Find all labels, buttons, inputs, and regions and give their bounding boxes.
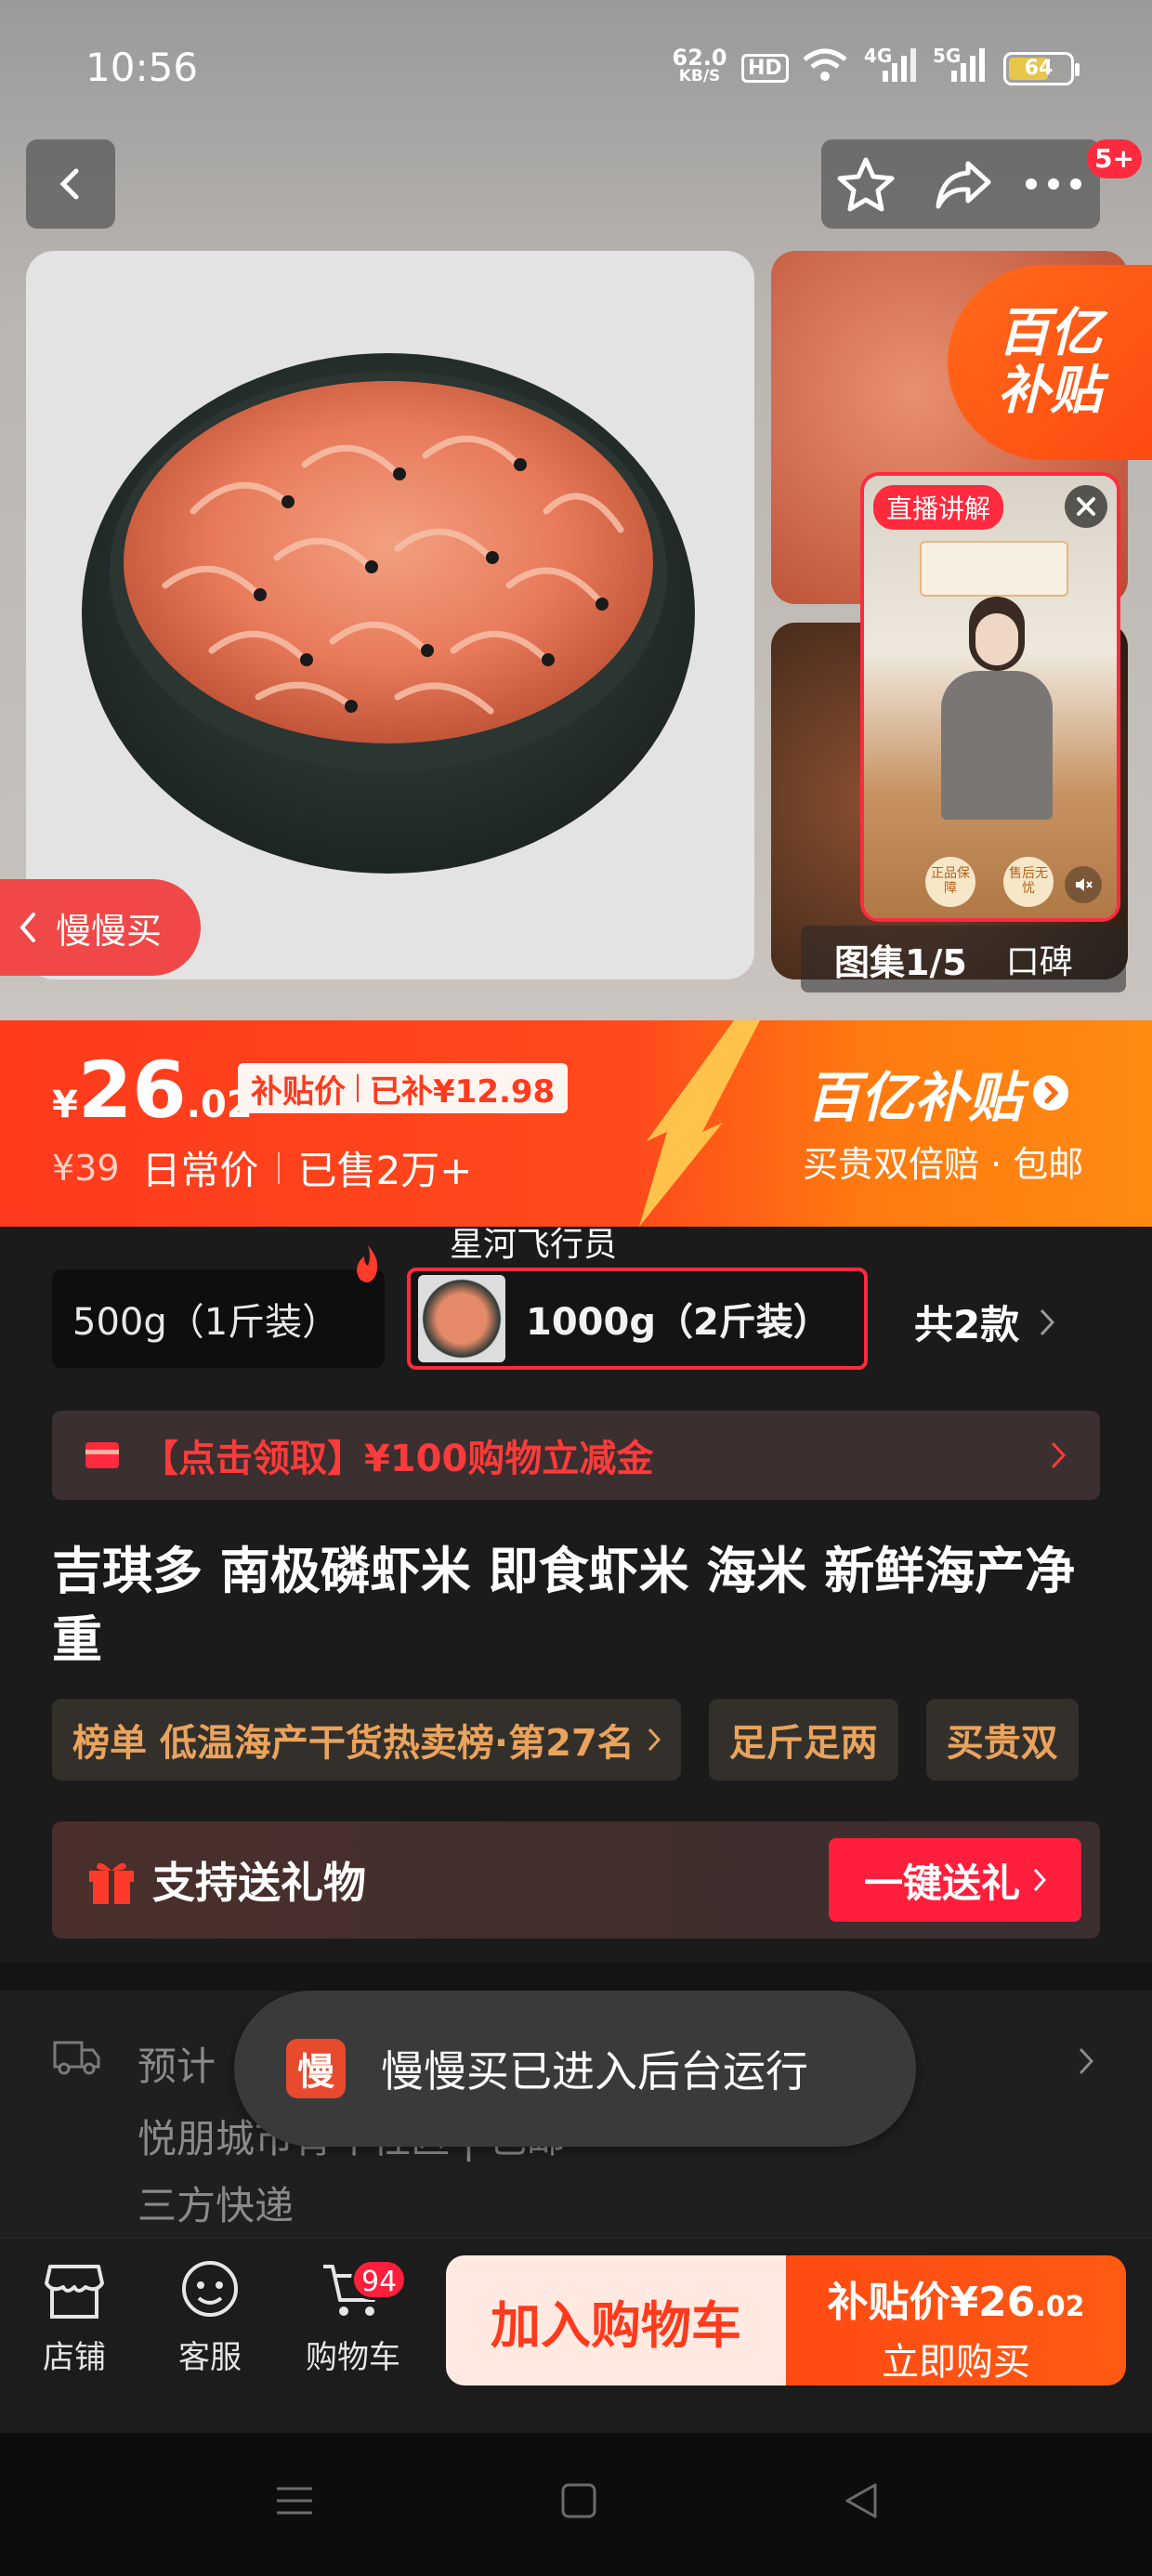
feature-tag: 足斤足两	[708, 1699, 898, 1781]
current-price: ¥26.02	[52, 1045, 253, 1136]
home-icon[interactable]	[557, 2479, 600, 2522]
back-button[interactable]	[26, 139, 115, 229]
cart-count-badge: 94	[351, 2259, 408, 2300]
live-close-button[interactable]	[1065, 485, 1107, 528]
customer-service-button[interactable]: 客服	[164, 2259, 256, 2399]
subsidy-subtitle: 买贵双倍赔 · 包邮	[803, 1144, 1084, 1185]
feature-tag: 买贵双	[925, 1699, 1079, 1781]
coupon-card-icon	[85, 1442, 119, 1468]
notification-badge: 5+	[1087, 139, 1142, 178]
net-speed: 62.0 KB/S	[672, 45, 727, 85]
subsidy-price-tag: 补贴价 已补¥12.98	[238, 1063, 569, 1113]
live-stream-card[interactable]: 直播讲解 正品保障 售后无忧	[860, 472, 1120, 922]
floating-username: 星河飞行员	[450, 1226, 618, 1264]
lightning-divider	[639, 1020, 760, 1227]
gallery-counter-bar: 图集1/5 口碑	[801, 926, 1126, 992]
sku-total-link[interactable]: 共2款	[914, 1294, 1056, 1350]
battery-icon: 64	[1003, 52, 1080, 85]
slow-buy-label: 慢慢买	[56, 910, 163, 952]
chevron-right-icon	[1033, 1868, 1046, 1892]
chevron-right-icon	[1051, 1441, 1067, 1469]
status-time: 10:56	[85, 45, 199, 90]
more-icon[interactable]	[1024, 177, 1083, 191]
coupon-banner[interactable]: 【点击领取】¥100购物立减金	[52, 1411, 1100, 1500]
live-badge-guarantee: 正品保障	[925, 857, 975, 907]
system-navigation-bar	[0, 2433, 1152, 2576]
chevron-right-icon	[1041, 1308, 1055, 1335]
price-banner: ¥26.02 补贴价 已补¥12.98 ¥39 日常价 已售2万+ 百亿补贴 买…	[0, 1020, 1152, 1227]
subsidy-corner-badge[interactable]: 百亿 补贴	[948, 265, 1152, 460]
tag-row: 榜单 低温海产干货热卖榜·第27名 足斤足两 买贵双	[52, 1699, 1152, 1781]
send-gift-button[interactable]: 一键送礼	[829, 1838, 1081, 1922]
speaker-mute-icon	[1076, 878, 1093, 891]
shipping-carrier: 三方快递	[137, 2183, 295, 2228]
chevron-circle-right-icon	[1033, 1075, 1069, 1111]
menu-icon[interactable]	[273, 2479, 316, 2522]
share-icon[interactable]	[935, 158, 992, 210]
toast-message: 慢 慢慢买已进入后台运行	[234, 1991, 916, 2147]
chevron-left-icon	[20, 913, 35, 942]
back-triangle-icon[interactable]	[840, 2479, 883, 2522]
sku-option-500g[interactable]: 500g（1斤装）	[52, 1269, 385, 1368]
chevron-left-icon	[59, 168, 79, 200]
delivery-truck-icon	[53, 2041, 100, 2075]
original-price: ¥39	[52, 1147, 120, 1189]
signal-4g-icon: 4G	[864, 45, 922, 84]
price-meta: ¥39 日常价 已售2万+	[52, 1139, 472, 1196]
main-product-image[interactable]	[26, 251, 754, 979]
add-to-cart-button[interactable]: 加入购物车	[446, 2255, 786, 2385]
reviews-tab[interactable]: 口碑	[1006, 935, 1073, 983]
store-button[interactable]: 店铺	[28, 2259, 121, 2399]
chevron-right-icon	[1079, 2047, 1094, 2075]
signal-5g-icon: 5G	[933, 45, 990, 84]
status-bar: 10:56 62.0 KB/S HD 4G 5G 64	[0, 0, 1152, 130]
subsidy-link[interactable]: 百亿补贴	[806, 1054, 1070, 1132]
close-icon	[1077, 497, 1095, 516]
slow-buy-pill[interactable]: 慢慢买	[0, 879, 201, 976]
bottom-action-bar: 店铺 客服 购物车 94 加入购物车 补贴价¥26.02 立即购买	[0, 2238, 1152, 2433]
gallery-counter: 图集1/5	[834, 941, 967, 983]
buy-now-button[interactable]: 补贴价¥26.02 立即购买	[786, 2255, 1126, 2385]
section-divider	[0, 1963, 1152, 1991]
wifi-icon	[803, 48, 847, 81]
mute-button[interactable]	[1065, 866, 1102, 903]
live-badge-aftersale: 售后无忧	[1003, 857, 1054, 907]
chevron-right-icon	[648, 1728, 661, 1752]
header-actions	[821, 139, 1100, 229]
ranking-tag[interactable]: 榜单 低温海产干货热卖榜·第27名	[52, 1699, 681, 1781]
customer-service-icon	[182, 2261, 238, 2317]
gift-card: 支持送礼物 一键送礼	[52, 1821, 1100, 1939]
sold-count: 已售2万+	[297, 1148, 473, 1193]
shrimp-bowl-image	[82, 353, 695, 874]
slow-buy-app-icon: 慢	[286, 2039, 346, 2098]
live-label: 直播讲解	[873, 485, 1004, 530]
hd-badge: HD	[741, 54, 789, 83]
product-title: 吉琪多 南极磷虾米 即食虾米 海米 新鲜海产净重	[52, 1542, 1076, 1669]
shipping-estimate: 预计	[137, 2044, 216, 2089]
sku-thumbnail	[418, 1275, 505, 1362]
gift-icon	[89, 1862, 134, 1904]
store-icon	[45, 2265, 104, 2319]
star-favorite-icon[interactable]	[836, 156, 896, 212]
presenter-figure	[936, 597, 1057, 820]
fire-icon	[357, 1245, 378, 1282]
app-screen: { "status_bar": { "time": "10:56", "net_…	[0, 0, 1152, 2576]
sku-option-1000g[interactable]: 1000g（2斤装）	[407, 1268, 868, 1370]
